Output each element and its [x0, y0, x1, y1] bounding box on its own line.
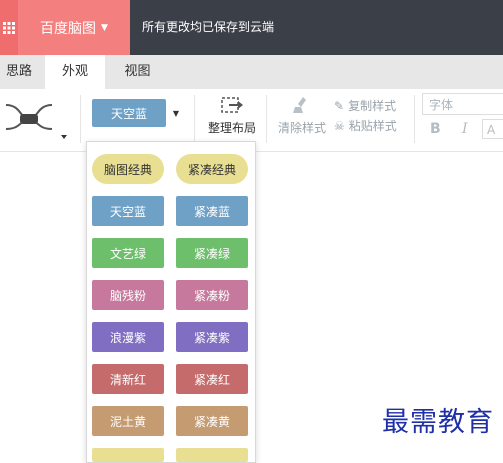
- tab-ideas[interactable]: 思路: [0, 55, 38, 89]
- top-bar: 百度脑图 ▼ 所有更改均已保存到云端: [0, 0, 503, 55]
- theme-option-compact-yellow[interactable]: 紧凑黄: [176, 406, 248, 436]
- clear-style-label: 清除样式: [277, 121, 326, 135]
- theme-option-compact-purple[interactable]: 紧凑紫: [176, 322, 248, 352]
- toolbar-divider: [194, 95, 195, 143]
- theme-option-partial[interactable]: [92, 448, 164, 462]
- theme-option-pink[interactable]: 脑残粉: [92, 280, 164, 310]
- copy-style-icon: ✎: [334, 98, 345, 113]
- copy-style-button[interactable]: ✎ 复制样式: [334, 97, 396, 114]
- toolbar-divider: [80, 95, 81, 143]
- clear-style-button[interactable]: 清除样式: [276, 95, 328, 136]
- copy-style-label: 复制样式: [348, 99, 397, 113]
- brush-icon: [293, 97, 306, 113]
- theme-option-sky-blue[interactable]: 天空蓝: [92, 196, 164, 226]
- theme-option-earth-yellow[interactable]: 泥土黄: [92, 406, 164, 436]
- chevron-down-icon: ▼: [101, 22, 108, 33]
- bold-button[interactable]: B: [430, 121, 441, 137]
- theme-option-fresh-red[interactable]: 清新红: [92, 364, 164, 394]
- toolbar-divider: [414, 95, 415, 143]
- theme-option-compact-pink[interactable]: 紧凑粉: [176, 280, 248, 310]
- mindmap-structure-icon: [5, 104, 67, 139]
- font-family-select[interactable]: 字体: [422, 93, 503, 115]
- tab-bar: 思路 外观 视图: [0, 55, 503, 89]
- app-menu-button[interactable]: 百度脑图 ▼: [18, 0, 130, 55]
- paste-style-button[interactable]: ☠ 粘贴样式: [334, 117, 397, 134]
- theme-option-compact-green[interactable]: 紧凑绿: [176, 238, 248, 268]
- theme-button[interactable]: 天空蓝: [92, 99, 166, 127]
- font-color-label: A: [487, 123, 496, 137]
- app-title: 百度脑图: [40, 20, 97, 37]
- paste-style-icon: ☠: [334, 118, 345, 133]
- theme-option-compact-red[interactable]: 紧凑红: [176, 364, 248, 394]
- save-status: 所有更改均已保存到云端: [142, 20, 275, 34]
- watermark: 最需教育: [382, 407, 494, 438]
- arrange-layout-button[interactable]: 整理布局: [206, 95, 258, 136]
- theme-option-partial[interactable]: [176, 448, 248, 462]
- theme-option-classic[interactable]: 脑图经典: [92, 154, 164, 184]
- tab-view[interactable]: 视图: [110, 55, 165, 89]
- italic-button[interactable]: I: [462, 121, 468, 137]
- arrange-layout-label: 整理布局: [207, 121, 256, 135]
- structure-picker[interactable]: [2, 97, 72, 145]
- theme-option-literary-green[interactable]: 文艺绿: [92, 238, 164, 268]
- arrange-layout-icon: [221, 97, 243, 113]
- font-color-button[interactable]: A: [482, 119, 503, 139]
- theme-dropdown: 脑图经典 紧凑经典 天空蓝 紧凑蓝 文艺绿 紧凑绿 脑残粉 紧凑粉 浪漫紫 紧凑…: [86, 141, 256, 463]
- apps-grid-icon[interactable]: [0, 0, 18, 55]
- theme-dropdown-caret-icon[interactable]: ▼: [168, 103, 184, 123]
- theme-option-compact-blue[interactable]: 紧凑蓝: [176, 196, 248, 226]
- tab-appearance[interactable]: 外观: [45, 55, 105, 89]
- theme-option-compact-classic[interactable]: 紧凑经典: [176, 154, 248, 184]
- theme-option-romantic-purple[interactable]: 浪漫紫: [92, 322, 164, 352]
- paste-style-label: 粘贴样式: [348, 119, 397, 133]
- toolbar-divider: [266, 95, 267, 143]
